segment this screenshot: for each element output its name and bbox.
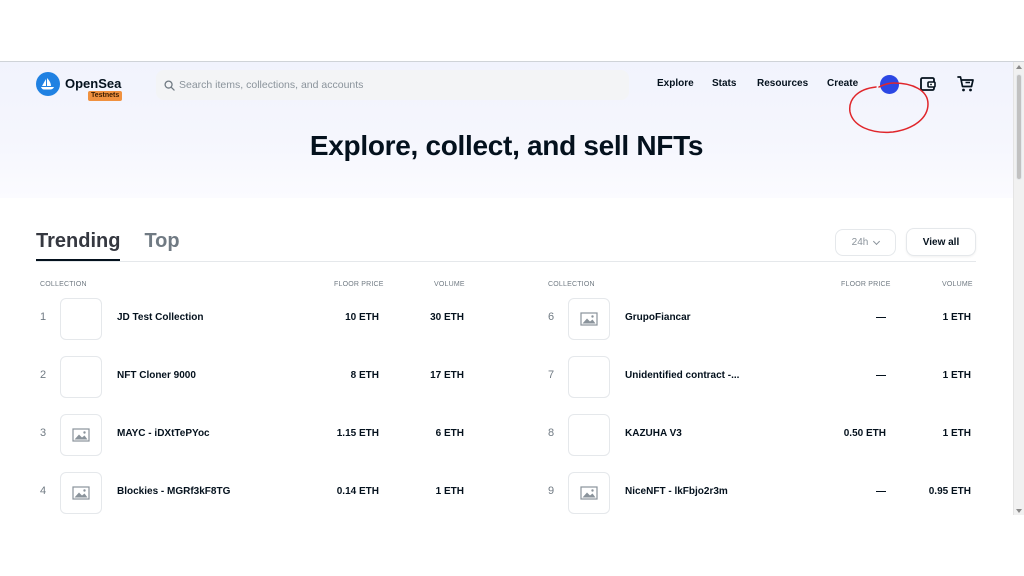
brand-name: OpenSea [65, 76, 122, 91]
volume: 17 ETH [430, 370, 464, 381]
collection-thumbnail [568, 472, 610, 514]
row-rank: 2 [40, 369, 47, 381]
volume: 0.95 ETH [928, 486, 971, 497]
collection-name: JD Test Collection [117, 312, 204, 323]
collection-row[interactable]: 7 Unidentified contract -... — 1 ETH [548, 356, 978, 398]
collection-row[interactable]: 2 NFT Cloner 9000 8 ETH 17 ETH [40, 356, 470, 398]
row-rank: 9 [548, 485, 555, 497]
scroll-down-arrow-icon[interactable] [1016, 509, 1022, 513]
vertical-scrollbar[interactable] [1013, 62, 1024, 515]
image-placeholder-icon [580, 312, 598, 326]
col-collection-right: COLLECTION [548, 281, 595, 288]
volume: 30 ETH [430, 312, 464, 323]
image-placeholder-icon [72, 486, 90, 500]
opensea-boat-icon [36, 72, 60, 96]
collection-name: NiceNFT - lkFbjo2r3m [625, 486, 728, 497]
search-bar[interactable] [156, 70, 629, 100]
view-all-button[interactable]: View all [906, 228, 976, 256]
collection-thumbnail [568, 356, 610, 398]
red-annotation-circle [849, 82, 929, 134]
search-input[interactable] [179, 79, 599, 91]
volume: 1 ETH [942, 370, 971, 381]
nav-resources[interactable]: Resources [757, 78, 808, 89]
collection-name: KAZUHA V3 [625, 428, 682, 439]
ranking-tabs: Trending Top [36, 230, 204, 261]
row-rank: 3 [40, 427, 47, 439]
col-volume-right: VOLUME [942, 281, 973, 288]
collection-thumbnail [568, 298, 610, 340]
image-placeholder-icon [72, 428, 90, 442]
scrollbar-thumb[interactable] [1016, 74, 1022, 180]
image-placeholder-icon [580, 486, 598, 500]
collection-thumbnail [60, 298, 102, 340]
collection-thumbnail [568, 414, 610, 456]
row-rank: 8 [548, 427, 555, 439]
floor-price: 10 ETH [345, 312, 379, 323]
collection-row[interactable]: 1 JD Test Collection 10 ETH 30 ETH [40, 298, 470, 340]
time-range-select[interactable]: 24h [835, 229, 896, 256]
floor-price: — [876, 486, 886, 497]
col-volume-left: VOLUME [434, 281, 465, 288]
floor-price: — [876, 312, 886, 323]
volume: 6 ETH [435, 428, 464, 439]
floor-price: 0.14 ETH [336, 486, 379, 497]
row-rank: 7 [548, 369, 555, 381]
page-title: Explore, collect, and sell NFTs [309, 130, 704, 161]
collection-name: GrupoFiancar [625, 312, 691, 323]
nav-explore[interactable]: Explore [657, 78, 694, 89]
cart-icon[interactable] [957, 75, 975, 93]
collection-row[interactable]: 8 KAZUHA V3 0.50 ETH 1 ETH [548, 414, 978, 456]
collection-row[interactable]: 6 GrupoFiancar — 1 ETH [548, 298, 978, 340]
volume: 1 ETH [942, 428, 971, 439]
scroll-up-arrow-icon[interactable] [1016, 65, 1022, 69]
row-rank: 6 [548, 311, 555, 323]
collection-row[interactable]: 9 NiceNFT - lkFbjo2r3m — 0.95 ETH [548, 472, 978, 514]
collection-name: Blockies - MGRf3kF8TG [117, 486, 231, 497]
floor-price: 1.15 ETH [336, 428, 379, 439]
collection-name: NFT Cloner 9000 [117, 370, 196, 381]
col-collection-left: COLLECTION [40, 281, 87, 288]
nav-stats[interactable]: Stats [712, 78, 736, 89]
collection-name: MAYC - iDXtTePYoc [117, 428, 210, 439]
collection-thumbnail [60, 356, 102, 398]
browser-viewport: OpenSea Testnets Explore Stats Resources… [0, 61, 1024, 515]
opensea-logo[interactable]: OpenSea Testnets [36, 72, 123, 101]
collection-thumbnail [60, 472, 102, 514]
volume: 1 ETH [942, 312, 971, 323]
floor-price: 0.50 ETH [843, 428, 886, 439]
col-floor-left: FLOOR PRICE [334, 281, 384, 288]
search-icon [164, 79, 175, 91]
testnets-badge: Testnets [88, 91, 123, 101]
tab-top[interactable]: Top [144, 230, 179, 261]
floor-price: 8 ETH [350, 370, 379, 381]
collection-thumbnail [60, 414, 102, 456]
collection-row[interactable]: 4 Blockies - MGRf3kF8TG 0.14 ETH 1 ETH [40, 472, 470, 514]
row-rank: 1 [40, 311, 47, 323]
row-rank: 4 [40, 485, 47, 497]
floor-price: — [876, 370, 886, 381]
tabs-divider [36, 261, 976, 262]
tab-trending[interactable]: Trending [36, 230, 121, 261]
volume: 1 ETH [435, 486, 464, 497]
chevron-down-icon [873, 237, 881, 245]
col-floor-right: FLOOR PRICE [841, 281, 891, 288]
collection-name: Unidentified contract -... [625, 370, 740, 381]
time-range-value: 24h [851, 237, 869, 248]
collection-row[interactable]: 3 MAYC - iDXtTePYoc 1.15 ETH 6 ETH [40, 414, 470, 456]
